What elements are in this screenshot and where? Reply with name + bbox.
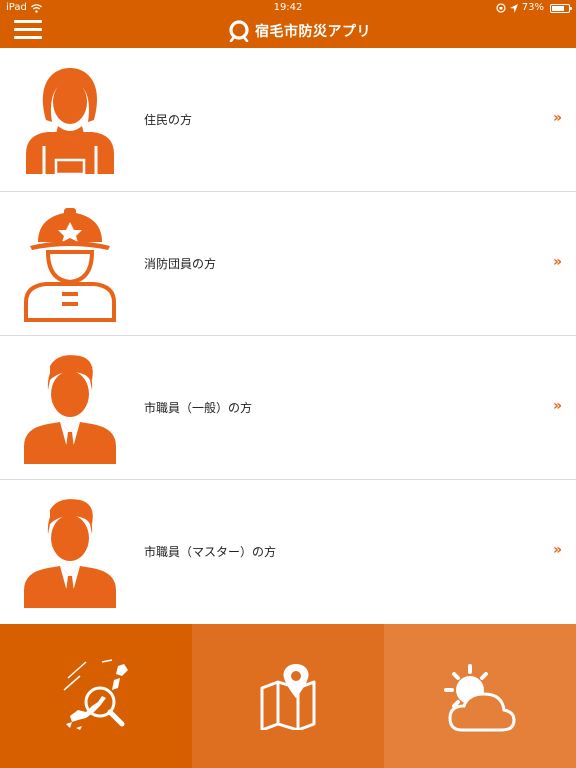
- list-item-label: 市職員（マスター）の方: [144, 545, 277, 559]
- resident-icon: [26, 68, 114, 176]
- app-brand: 宿毛市防災アプリ: [228, 18, 371, 44]
- battery-fill: [552, 5, 564, 11]
- bottom-tab-bar: [0, 624, 576, 768]
- tab-map-search[interactable]: [0, 624, 192, 768]
- battery-percent: 73%: [521, 2, 544, 13]
- list-item-label: 住民の方: [144, 113, 193, 127]
- map-pin-icon: [260, 664, 316, 730]
- header-bar: iPad 19:42 73% 宿毛市防災アプリ: [0, 0, 576, 48]
- weather-icon: [444, 664, 516, 732]
- menu-bar-line: [14, 28, 42, 31]
- chevron-right-icon: »: [552, 110, 562, 126]
- tab-weather[interactable]: [384, 624, 576, 768]
- list-item-staff-master[interactable]: 市職員（マスター）の方 »: [0, 480, 576, 624]
- status-time: 19:42: [273, 2, 303, 13]
- battery-icon: [550, 3, 572, 13]
- user-type-list: 住民の方 » 消防団員の方 » 市職員（一般）の方 » 市職員（マスター）の方 …: [0, 48, 576, 624]
- staff-master-icon: [24, 499, 116, 608]
- menu-bar-line: [14, 20, 42, 23]
- list-item-resident[interactable]: 住民の方 »: [0, 48, 576, 192]
- status-bar: iPad 19:42 73%: [0, 0, 576, 16]
- menu-bar-line: [14, 36, 42, 39]
- status-right: 73%: [496, 0, 572, 16]
- app-root: iPad 19:42 73% 宿毛市防災アプリ 住民の方 » 消防団員の方 » …: [0, 0, 576, 768]
- list-item-label: 市職員（一般）の方: [144, 401, 253, 415]
- app-title: 宿毛市防災アプリ: [255, 24, 371, 40]
- firefighter-icon: [24, 208, 116, 322]
- rotation-lock-icon: [496, 3, 506, 13]
- chevron-right-icon: »: [552, 542, 562, 558]
- menu-button[interactable]: [14, 20, 42, 42]
- chevron-right-icon: »: [552, 398, 562, 414]
- staff-general-icon: [24, 355, 116, 464]
- list-item-staff-general[interactable]: 市職員（一般）の方 »: [0, 336, 576, 480]
- japan-map-search-icon: [63, 659, 128, 730]
- app-logo-icon: [229, 20, 249, 42]
- list-item-label: 消防団員の方: [144, 257, 217, 271]
- list-item-firefighter[interactable]: 消防団員の方 »: [0, 192, 576, 336]
- chevron-right-icon: »: [552, 254, 562, 270]
- tab-map[interactable]: [192, 624, 384, 768]
- location-arrow-icon: [509, 3, 518, 13]
